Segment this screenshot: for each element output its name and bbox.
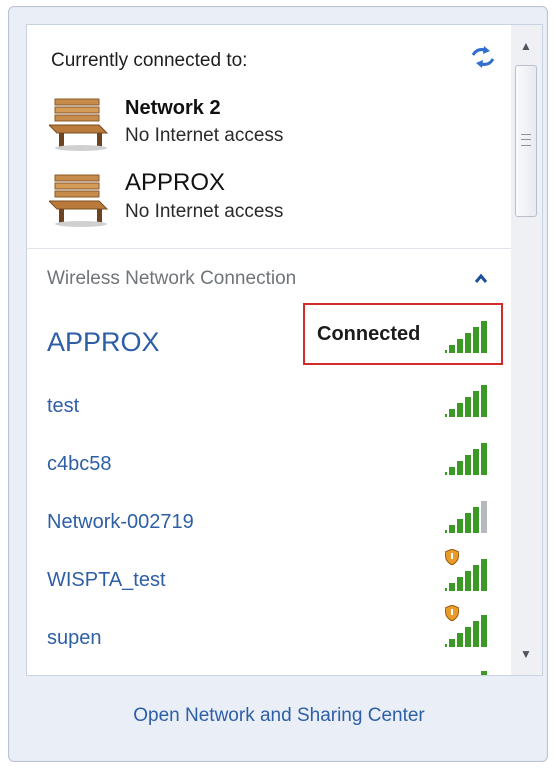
- vertical-scrollbar[interactable]: ▲ ▼: [511, 24, 543, 676]
- signal-dot: [445, 414, 447, 417]
- signal-bar: [457, 403, 463, 417]
- divider: [27, 248, 512, 249]
- network-flyout: Currently connected to: Network 2 No Int…: [8, 6, 548, 762]
- wifi-name: c4bc58: [47, 453, 112, 475]
- currently-connected-title: Currently connected to:: [51, 50, 248, 71]
- wifi-name: APPROX: [47, 327, 160, 357]
- signal-bar: [465, 397, 471, 417]
- signal-bar: [465, 333, 471, 353]
- scroll-down-icon[interactable]: ▼: [515, 643, 537, 665]
- wifi-item-c4bc58[interactable]: c4bc58: [27, 439, 512, 489]
- wifi-name: test: [47, 395, 80, 417]
- wifi-item-wispta-test[interactable]: WISPTA_test: [27, 555, 512, 605]
- bench-network-icon: [49, 98, 109, 151]
- signal-bar: [473, 507, 479, 533]
- signal-dot: [445, 472, 447, 475]
- signal-bar: [473, 391, 479, 417]
- signal-bar: [481, 443, 487, 475]
- signal-bar: [473, 327, 479, 353]
- network-name: APPROX: [125, 169, 226, 196]
- signal-bar: [449, 409, 455, 417]
- signal-bar: [457, 633, 463, 647]
- connected-status-label: Connected: [317, 323, 421, 345]
- unsecured-warning-icon: [445, 549, 459, 565]
- signal-dot: [445, 644, 447, 647]
- signal-bar: [449, 525, 455, 533]
- signal-bar: [449, 345, 455, 353]
- connected-network-1: Network 2 No Internet access: [49, 95, 469, 159]
- signal-bar: [457, 519, 463, 533]
- signal-strength-icon: [481, 671, 487, 675]
- signal-bar: [481, 559, 487, 591]
- wifi-name: WISPTA_test: [47, 569, 166, 591]
- signal-bar: [457, 339, 463, 353]
- wifi-name: Network-002719: [47, 511, 194, 533]
- wifi-item-supen[interactable]: supen: [27, 613, 512, 663]
- bench-network-icon: [49, 174, 109, 227]
- network-status: No Internet access: [125, 125, 284, 146]
- signal-bar: [457, 461, 463, 475]
- signal-bar: [465, 627, 471, 647]
- scroll-up-icon[interactable]: ▲: [515, 35, 537, 57]
- signal-bar: [481, 501, 487, 533]
- wifi-item-network-002719[interactable]: Network-002719: [27, 497, 512, 547]
- network-status: No Internet access: [125, 201, 284, 222]
- signal-strength-icon: [445, 321, 487, 353]
- network-list-panel: Currently connected to: Network 2 No Int…: [26, 24, 513, 676]
- signal-bar: [465, 571, 471, 591]
- open-network-sharing-center-link[interactable]: Open Network and Sharing Center: [9, 705, 549, 727]
- unsecured-warning-icon: [445, 605, 459, 621]
- signal-bar: [449, 639, 455, 647]
- chevron-up-icon[interactable]: [473, 271, 489, 287]
- signal-bar: [481, 385, 487, 417]
- signal-dot: [445, 530, 447, 533]
- scroll-thumb[interactable]: [515, 65, 537, 217]
- wifi-name: supen: [47, 627, 102, 649]
- signal-bar: [465, 455, 471, 475]
- signal-bar: [481, 321, 487, 353]
- signal-bar: [457, 577, 463, 591]
- signal-bar: [473, 621, 479, 647]
- wifi-item-test[interactable]: test: [27, 381, 512, 431]
- signal-bar: [465, 513, 471, 533]
- signal-bar: [481, 671, 487, 675]
- network-name: Network 2: [125, 97, 221, 119]
- refresh-icon[interactable]: [469, 45, 497, 69]
- signal-bar: [473, 565, 479, 591]
- signal-strength-icon: [445, 443, 487, 475]
- signal-bar: [449, 583, 455, 591]
- signal-bar: [449, 467, 455, 475]
- signal-dot: [445, 588, 447, 591]
- signal-strength-icon: [445, 501, 487, 533]
- signal-dot: [445, 350, 447, 353]
- signal-bar: [481, 615, 487, 647]
- connected-network-2: APPROX No Internet access: [49, 169, 469, 235]
- signal-bar: [473, 449, 479, 475]
- wireless-section-title: Wireless Network Connection: [47, 268, 297, 289]
- signal-strength-icon: [445, 385, 487, 417]
